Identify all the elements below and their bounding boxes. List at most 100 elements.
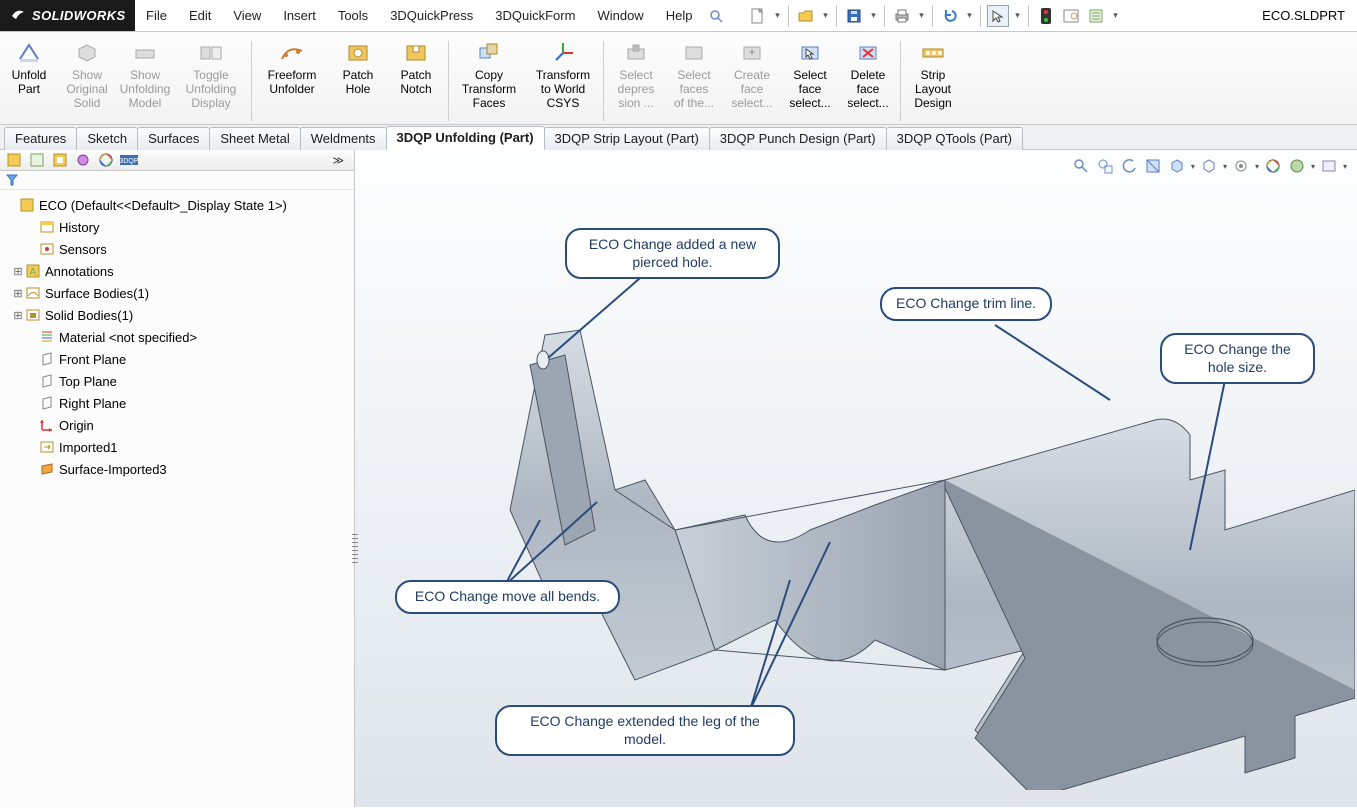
patch-hole-button[interactable]: PatchHole bbox=[329, 38, 387, 118]
patch-notch-button[interactable]: PatchNotch bbox=[387, 38, 445, 118]
show-original-solid-button[interactable]: ShowOriginalSolid bbox=[58, 38, 116, 118]
fm-tab-config-icon[interactable] bbox=[50, 151, 70, 169]
menu-help[interactable]: Help bbox=[655, 0, 704, 32]
tree-imported1[interactable]: Imported1 bbox=[4, 436, 354, 458]
select-depression-button[interactable]: Selectdepression ... bbox=[607, 38, 665, 118]
funnel-icon bbox=[6, 174, 18, 186]
splitter-grip[interactable] bbox=[350, 530, 360, 570]
options-icon[interactable] bbox=[1060, 5, 1082, 27]
tab-features[interactable]: Features bbox=[4, 127, 77, 150]
tree-annotations[interactable]: ⊞AAnnotations bbox=[4, 260, 354, 282]
tab-surfaces[interactable]: Surfaces bbox=[137, 127, 210, 150]
tree-root[interactable]: ECO (Default<<Default>_Display State 1>) bbox=[4, 194, 354, 216]
tab-3dqp-striplayout[interactable]: 3DQP Strip Layout (Part) bbox=[544, 127, 710, 150]
hide-show-icon[interactable] bbox=[1231, 156, 1251, 176]
fm-tab-row: 3DQP ≫ bbox=[0, 150, 354, 171]
menu-items: File Edit View Insert Tools 3DQuickPress… bbox=[135, 0, 729, 31]
tree-front-plane[interactable]: Front Plane bbox=[4, 348, 354, 370]
properties-icon[interactable] bbox=[1085, 5, 1107, 27]
tab-3dqp-unfolding[interactable]: 3DQP Unfolding (Part) bbox=[386, 126, 545, 150]
menu-window[interactable]: Window bbox=[586, 0, 654, 32]
toggle-unfolding-display-button[interactable]: ToggleUnfoldingDisplay bbox=[174, 38, 248, 118]
origin-icon bbox=[38, 417, 56, 433]
work-area: 3DQP ≫ ECO (Default<<Default>_Display St… bbox=[0, 150, 1357, 807]
world-csys-icon bbox=[550, 40, 576, 66]
delete-facesel-button[interactable]: Deletefaceselect... bbox=[839, 38, 897, 118]
toggle-display-icon bbox=[198, 40, 224, 66]
open-icon[interactable] bbox=[795, 5, 817, 27]
select-icon[interactable] bbox=[987, 5, 1009, 27]
tab-sheetmetal[interactable]: Sheet Metal bbox=[209, 127, 300, 150]
show-unfolding-model-button[interactable]: ShowUnfoldingModel bbox=[116, 38, 174, 118]
part-icon bbox=[18, 197, 36, 213]
menu-insert[interactable]: Insert bbox=[272, 0, 327, 32]
unfold-part-button[interactable]: UnfoldPart bbox=[0, 38, 58, 118]
graphics-viewport[interactable]: ▾ ▾ ▾ ▾ ▾ bbox=[355, 150, 1357, 807]
tree-surfimport3[interactable]: Surface-Imported3 bbox=[4, 458, 354, 480]
fm-filter-row[interactable] bbox=[0, 171, 354, 190]
prev-view-icon[interactable] bbox=[1119, 156, 1139, 176]
view-orient-icon[interactable] bbox=[1167, 156, 1187, 176]
tree-history[interactable]: History bbox=[4, 216, 354, 238]
display-style-icon[interactable] bbox=[1199, 156, 1219, 176]
tree-origin[interactable]: Origin bbox=[4, 414, 354, 436]
copy-tx-icon bbox=[476, 40, 502, 66]
rebuild-traffic-icon[interactable] bbox=[1035, 5, 1057, 27]
tab-3dqp-qtools[interactable]: 3DQP QTools (Part) bbox=[886, 127, 1023, 150]
menu-edit[interactable]: Edit bbox=[178, 0, 222, 32]
strip-layout-design-button[interactable]: StripLayoutDesign bbox=[904, 38, 962, 118]
zoom-area-icon[interactable] bbox=[1095, 156, 1115, 176]
menu-view[interactable]: View bbox=[222, 0, 272, 32]
tree-top-plane[interactable]: Top Plane bbox=[4, 370, 354, 392]
fm-tab-appearance-icon[interactable] bbox=[96, 151, 116, 169]
new-doc-dropdown[interactable]: ▾ bbox=[772, 10, 782, 21]
tree-surface-bodies[interactable]: ⊞Surface Bodies(1) bbox=[4, 282, 354, 304]
tree-material[interactable]: Material <not specified> bbox=[4, 326, 354, 348]
hide-show-dropdown[interactable]: ▾ bbox=[1255, 162, 1259, 171]
tab-3dqp-punchdesign[interactable]: 3DQP Punch Design (Part) bbox=[709, 127, 887, 150]
solid-bodies-icon bbox=[24, 307, 42, 323]
view-settings-dropdown[interactable]: ▾ bbox=[1343, 162, 1347, 171]
select-facesel-button[interactable]: Selectfaceselect... bbox=[781, 38, 839, 118]
print-icon[interactable] bbox=[891, 5, 913, 27]
fm-tab-dim-icon[interactable] bbox=[73, 151, 93, 169]
tab-sketch[interactable]: Sketch bbox=[76, 127, 138, 150]
menu-tools[interactable]: Tools bbox=[327, 0, 379, 32]
select-faces-button[interactable]: Selectfacesof the... bbox=[665, 38, 723, 118]
transform-world-csys-button[interactable]: Transformto WorldCSYS bbox=[526, 38, 600, 118]
fm-tab-3dqp-icon[interactable]: 3DQP bbox=[119, 151, 139, 169]
menu-3dquickform[interactable]: 3DQuickForm bbox=[484, 0, 586, 32]
undo-icon[interactable] bbox=[939, 5, 961, 27]
save-icon[interactable] bbox=[843, 5, 865, 27]
fm-tab-property-icon[interactable] bbox=[27, 151, 47, 169]
fm-tab-tree-icon[interactable] bbox=[4, 151, 24, 169]
undo-dropdown[interactable]: ▾ bbox=[964, 10, 974, 21]
scene-dropdown[interactable]: ▾ bbox=[1311, 162, 1315, 171]
search-icon[interactable] bbox=[703, 0, 729, 32]
display-style-dropdown[interactable]: ▾ bbox=[1223, 162, 1227, 171]
feature-manager-pane: 3DQP ≫ ECO (Default<<Default>_Display St… bbox=[0, 150, 355, 807]
scene-icon[interactable] bbox=[1287, 156, 1307, 176]
new-doc-icon[interactable] bbox=[747, 5, 769, 27]
save-dropdown[interactable]: ▾ bbox=[868, 10, 878, 21]
menu-file[interactable]: File bbox=[135, 0, 178, 32]
open-dropdown[interactable]: ▾ bbox=[820, 10, 830, 21]
select-dropdown[interactable]: ▾ bbox=[1012, 10, 1022, 21]
create-facesel-button[interactable]: +Createfaceselect... bbox=[723, 38, 781, 118]
tree-sensors[interactable]: Sensors bbox=[4, 238, 354, 260]
freeform-unfolder-button[interactable]: FreeformUnfolder bbox=[255, 38, 329, 118]
copy-transform-faces-button[interactable]: CopyTransformFaces bbox=[452, 38, 526, 118]
fm-collapse-icon[interactable]: ≫ bbox=[332, 154, 350, 167]
menu-bar: SOLIDWORKS File Edit View Insert Tools 3… bbox=[0, 0, 1357, 32]
print-dropdown[interactable]: ▾ bbox=[916, 10, 926, 21]
properties-dropdown[interactable]: ▾ bbox=[1110, 10, 1120, 21]
zoom-fit-icon[interactable] bbox=[1071, 156, 1091, 176]
menu-3dquickpress[interactable]: 3DQuickPress bbox=[379, 0, 484, 32]
view-settings-icon[interactable] bbox=[1319, 156, 1339, 176]
section-view-icon[interactable] bbox=[1143, 156, 1163, 176]
appearance-icon[interactable] bbox=[1263, 156, 1283, 176]
tree-solid-bodies[interactable]: ⊞Solid Bodies(1) bbox=[4, 304, 354, 326]
tree-right-plane[interactable]: Right Plane bbox=[4, 392, 354, 414]
view-orient-dropdown[interactable]: ▾ bbox=[1191, 162, 1195, 171]
tab-weldments[interactable]: Weldments bbox=[300, 127, 387, 150]
